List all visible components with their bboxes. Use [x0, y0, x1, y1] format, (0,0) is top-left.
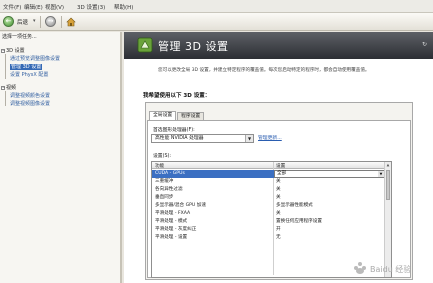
menu-edit[interactable]: 编辑(E) — [24, 3, 43, 11]
toolbar: ← 后退 ▾ → — [0, 13, 433, 31]
tree-connector — [5, 54, 6, 79]
tree-connector — [5, 91, 6, 106]
grid-row[interactable]: 垂直同步关 — [152, 194, 391, 202]
gpu-select-value: 高性能 NVIDIA 处理器 — [155, 136, 204, 141]
3d-settings-icon — [137, 37, 153, 53]
page-description: 您可以更改全局 3D 设置，并建立特定程序的覆盖值。每次您启动特定的程序时，都会… — [158, 68, 370, 73]
back-arrow-icon[interactable]: ← — [3, 16, 14, 27]
tree-item-video-color[interactable]: 调整视频颜色设置 — [10, 92, 50, 99]
forward-arrow-icon[interactable]: → — [45, 16, 56, 27]
back-button-label[interactable]: 后退 — [17, 18, 28, 26]
section-label: 我希望使用以下 3D 设置： — [143, 93, 211, 99]
menu-view[interactable]: 视图(V) — [45, 3, 64, 11]
column-header-setting[interactable]: 设置 — [276, 163, 285, 169]
tree-item-manage-3d-settings[interactable]: 管理 3D 设置 — [10, 63, 43, 70]
menu-bar: 文件(F) 编辑(E) 视图(V) 3D 设置(3) 帮助(H) — [0, 0, 433, 13]
home-icon[interactable] — [66, 17, 76, 27]
page-header: 管理 3D 设置 ↻ — [124, 32, 433, 59]
grid-row[interactable]: 平滑处理 - 模式 置换任何应用程序设置 — [152, 218, 391, 226]
grid-header: 功能 设置 — [152, 162, 385, 169]
collapse-icon[interactable]: − — [1, 48, 5, 53]
grid-row[interactable]: 各向异性过滤关 — [152, 186, 391, 194]
gpu-select[interactable]: 高性能 NVIDIA 处理器 ▼ — [151, 134, 254, 143]
tree-item-video[interactable]: −视频 — [1, 84, 16, 91]
gpu-label: 首选图形处理器(F): — [153, 128, 195, 133]
baidu-watermark: Baidu 经验 — [350, 258, 430, 278]
task-pane: 选择一项任务... −3D 设置 通过预览调整图像设置 管理 3D 设置 设置 … — [0, 32, 122, 283]
restore-defaults-icon[interactable]: ↻ — [422, 41, 427, 48]
chevron-down-icon[interactable]: ▼ — [245, 135, 253, 142]
grid-row[interactable]: 平滑处理 - FXAA 关 — [152, 210, 391, 218]
setting-dropdown[interactable]: 全部 ▼ — [274, 170, 385, 178]
tree-item-3d-settings[interactable]: −3D 设置 — [1, 47, 25, 54]
tree-item-physx[interactable]: 设置 PhysX 配置 — [10, 71, 48, 78]
baidu-logo-icon: Baidu 经验 — [354, 262, 411, 274]
tree-item-adjust-image-preview[interactable]: 通过预览调整图像设置 — [10, 55, 60, 62]
grid-row-cuda[interactable]: CUDA - GPUs 全部 ▼ — [152, 170, 385, 178]
scroll-up-icon[interactable]: ▲ — [385, 162, 391, 168]
manage-update-link[interactable]: 管理更新... — [258, 134, 282, 141]
svg-text:Baidu 经验: Baidu 经验 — [370, 264, 411, 274]
toolbar-divider — [40, 16, 41, 28]
menu-help[interactable]: 帮助(H) — [114, 3, 133, 11]
grid-row[interactable]: 平滑处理 - 设置无 — [152, 234, 391, 242]
scroll-thumb[interactable] — [386, 170, 390, 200]
collapse-icon[interactable]: − — [1, 85, 5, 90]
toolbar-divider — [61, 16, 62, 28]
page-title: 管理 3D 设置 — [158, 40, 229, 53]
grid-row[interactable]: 平滑处理 - 灰度纠正开 — [152, 226, 391, 234]
column-header-feature[interactable]: 功能 — [155, 163, 164, 169]
menu-file[interactable]: 文件(F) — [3, 3, 21, 11]
settings-label: 设置(S): — [153, 154, 171, 159]
task-pane-title: 选择一项任务... — [2, 34, 37, 40]
grid-row[interactable]: 三重缓冲关 — [152, 178, 391, 186]
grid-row[interactable]: 多显示器/混合 GPU 加速 多显示器性能模式 — [152, 202, 391, 210]
tree-item-video-image[interactable]: 调整视频图像设置 — [10, 100, 50, 107]
menu-3d-settings[interactable]: 3D 设置(3) — [77, 3, 105, 11]
nvidia-control-panel-window: 文件(F) 编辑(E) 视图(V) 3D 设置(3) 帮助(H) ← 后退 ▾ … — [0, 0, 433, 283]
back-dropdown-icon[interactable]: ▾ — [33, 18, 36, 24]
